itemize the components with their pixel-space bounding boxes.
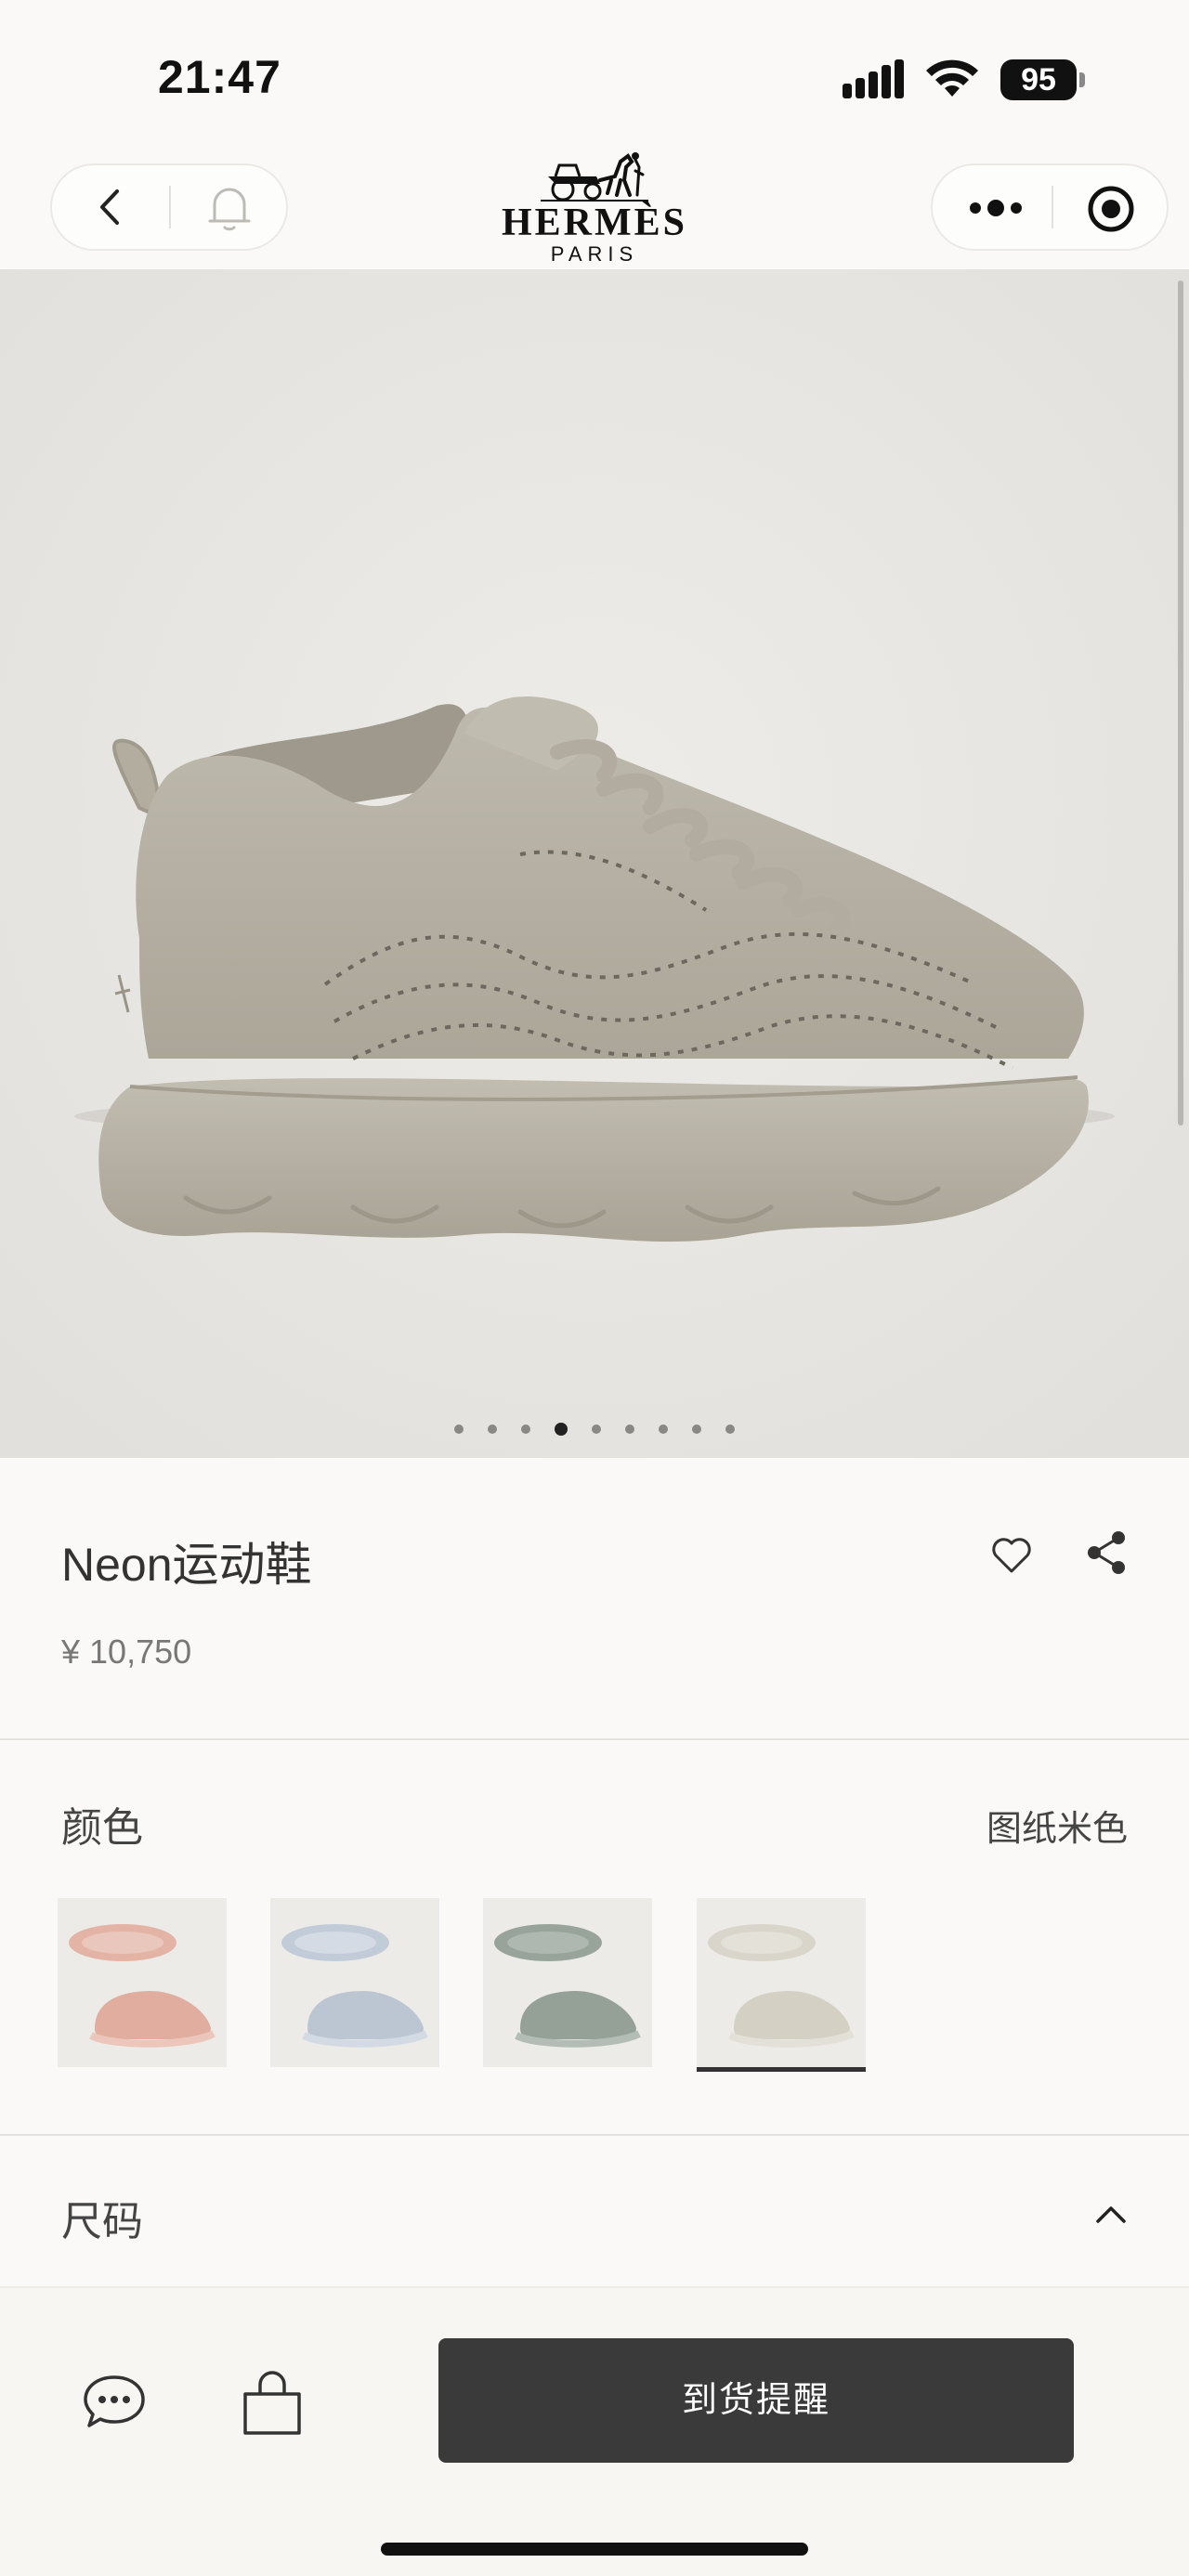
color-section-label: 颜色 (61, 1805, 143, 1851)
image-scrollbar (1178, 280, 1183, 1125)
swatch-sneaker-green-image (483, 1898, 652, 2067)
size-section-label[interactable]: 尺码 (61, 2188, 143, 2247)
home-indicator[interactable] (381, 2543, 808, 2556)
favorite-heart-icon[interactable] (988, 1532, 1035, 1579)
section-divider (0, 1738, 1189, 1740)
swatch-sneaker-blue-image (270, 1898, 439, 2067)
arrival-notify-button[interactable]: 到货提醒 (438, 2338, 1074, 2463)
nav-capsule-right (931, 163, 1169, 251)
carousel-dots (0, 1421, 1189, 1436)
carousel-dot[interactable] (454, 1424, 464, 1434)
carousel-dot[interactable] (659, 1424, 668, 1434)
carousel-dot-active[interactable] (555, 1422, 568, 1436)
chevron-up-icon[interactable] (1092, 2199, 1130, 2227)
carriage-logo-icon (541, 152, 648, 202)
product-image-carousel[interactable] (0, 269, 1189, 1458)
battery-tip (1079, 72, 1085, 87)
color-swatch-beige[interactable] (697, 1898, 866, 2067)
carousel-dot[interactable] (488, 1424, 497, 1434)
nav-divider (169, 186, 171, 228)
status-time: 21:47 (158, 51, 281, 103)
carousel-dot[interactable] (692, 1424, 701, 1434)
brand-subtitle: PARIS (550, 242, 639, 266)
cellular-signal-icon (843, 59, 904, 98)
shopping-bag-icon[interactable] (240, 2370, 305, 2437)
wifi-icon (926, 59, 978, 97)
battery-level: 95 (1000, 59, 1077, 100)
close-miniprogram-icon[interactable] (1086, 184, 1136, 234)
back-icon[interactable] (91, 186, 134, 228)
swatch-sneaker-pink-image (58, 1898, 227, 2067)
battery-icon: 95 (1000, 59, 1086, 100)
section-divider (0, 2134, 1189, 2136)
color-swatch-pink[interactable] (58, 1898, 227, 2067)
nav-capsule-left (50, 163, 288, 251)
more-icon[interactable] (966, 193, 1026, 223)
product-price: ¥ 10,750 (61, 1633, 192, 1671)
brand-name: HERMÈS (501, 202, 688, 244)
chat-icon[interactable] (82, 2374, 147, 2431)
product-name: Neon运动鞋 (61, 1539, 312, 1591)
color-swatch-blue[interactable] (270, 1898, 439, 2067)
carousel-dot[interactable] (725, 1424, 735, 1434)
color-swatch-green[interactable] (483, 1898, 652, 2067)
swatch-sneaker-beige-image (697, 1898, 866, 2067)
carousel-dot[interactable] (625, 1424, 634, 1434)
bottom-action-bar: 到货提醒 (0, 2286, 1189, 2576)
status-bar: 21:47 95 (0, 0, 1189, 139)
carousel-dot[interactable] (592, 1424, 601, 1434)
brand-logo: HERMÈS PARIS (483, 149, 706, 269)
share-icon[interactable] (1085, 1529, 1130, 1577)
selected-color-name: 图纸米色 (986, 1810, 1128, 1849)
nav-divider (1052, 186, 1053, 228)
bell-icon[interactable] (201, 180, 258, 238)
selected-swatch-indicator (697, 2067, 866, 2072)
product-image-sneaker (0, 269, 1189, 1458)
carousel-dot[interactable] (521, 1424, 530, 1434)
